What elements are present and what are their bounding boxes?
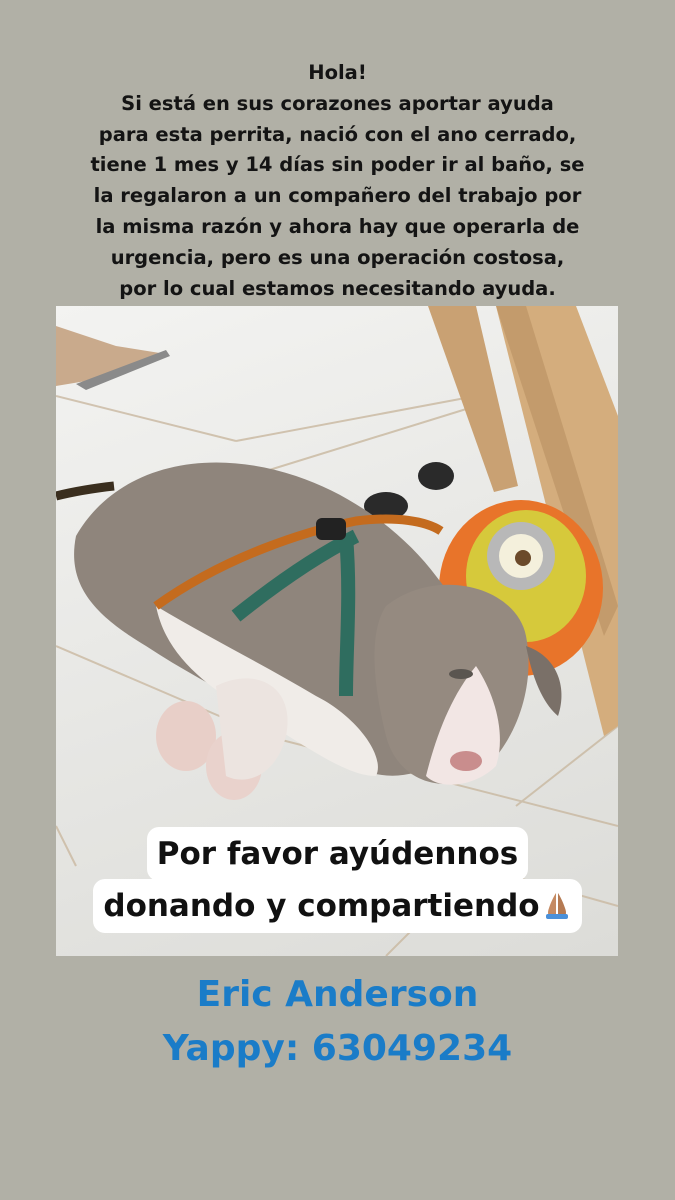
message-line: para esta perrita, nació con el ano cerr… (98, 122, 577, 146)
message-line: la misma razón y ahora hay que operarla … (95, 214, 580, 238)
message-line: la regalaron a un compañero del trabajo … (93, 184, 582, 208)
message-line: Hola! (308, 61, 367, 84)
message-line: urgencia, pero es una operación costosa, (110, 245, 565, 269)
praying-hands-icon (545, 893, 568, 919)
caption-line-1: Por favor ayúdennos (0, 827, 675, 881)
message-line: tiene 1 mes y 14 días sin poder ir al ba… (90, 153, 585, 177)
yappy-number: Yappy: 63049234 (162, 1028, 513, 1069)
caption-text-2: donando y compartiendo (103, 888, 540, 924)
message-line: por lo cual estamos necesitando ayuda. (119, 276, 556, 300)
caption-text-1: Por favor ayúdennos (146, 827, 529, 881)
contact-name: Eric Anderson (196, 974, 479, 1015)
caption-text-2-box: donando y compartiendo (93, 879, 582, 933)
appeal-message: Hola! Si está en sus corazones aportar a… (40, 58, 635, 304)
caption-line-2: donando y compartiendo (0, 879, 675, 933)
message-line: Si está en sus corazones aportar ayuda (121, 91, 554, 115)
